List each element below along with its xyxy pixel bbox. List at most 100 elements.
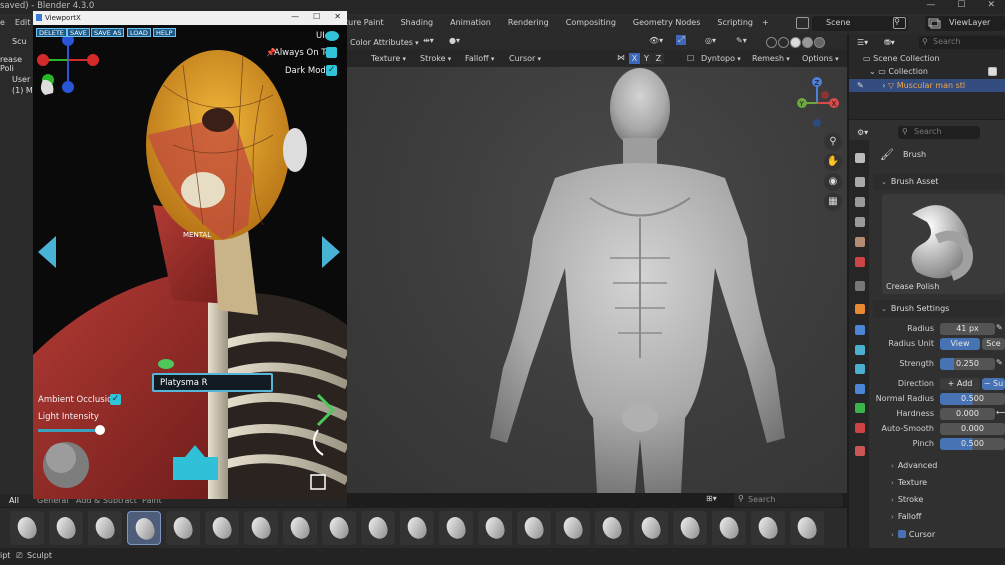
outliner-scene-collection[interactable]: ▭ Scene Collection <box>849 52 1005 65</box>
minimize-button[interactable]: — <box>926 0 935 10</box>
visibility-icon[interactable]: 👁▾ <box>649 36 663 45</box>
auto-smooth-slider[interactable]: 0.000 <box>940 423 1005 435</box>
perspective-grid-icon[interactable]: ▦ <box>824 193 842 211</box>
falloff-menu[interactable]: Falloff <box>465 54 494 63</box>
vx-light-intensity-track[interactable] <box>38 429 100 432</box>
stroke-menu[interactable]: Stroke <box>420 54 451 63</box>
snap-icon[interactable]: ●▾ <box>449 36 460 45</box>
brush-thumbnail[interactable] <box>790 511 824 545</box>
cursor-enabled-checkbox[interactable] <box>897 530 906 538</box>
strength-slider[interactable]: 0.250 <box>940 358 995 370</box>
menu-file-partial[interactable]: e <box>0 18 5 27</box>
selected-muscle-label[interactable]: Platysma R <box>152 373 273 392</box>
vx-next-arrow-icon[interactable] <box>322 236 340 268</box>
data-tab-icon[interactable] <box>855 403 865 413</box>
brush-thumbnail[interactable] <box>283 511 317 545</box>
tab-brush-all[interactable]: All <box>9 496 19 505</box>
radius-unit-scene-button[interactable]: Sce <box>982 338 1005 350</box>
cursor-menu[interactable]: Cursor <box>509 54 541 63</box>
brush-thumbnail[interactable] <box>673 511 707 545</box>
brush-thumbnail[interactable] <box>88 511 122 545</box>
brush-thumbnail[interactable] <box>49 511 83 545</box>
tab-rendering[interactable]: Rendering <box>508 18 549 27</box>
vx-dark-mode-checkbox[interactable]: ✓ <box>326 65 337 76</box>
brush-thumbnail-selected[interactable] <box>127 511 161 545</box>
radius-unit-view-button[interactable]: View <box>940 338 980 350</box>
strength-pressure-icon[interactable]: ✎ <box>996 358 1003 367</box>
menu-edit[interactable]: Edit <box>15 18 31 27</box>
brush-thumbnail[interactable] <box>712 511 746 545</box>
radius-pressure-icon[interactable]: ✎ <box>996 323 1003 332</box>
tab-scripting[interactable]: Scripting <box>717 18 753 27</box>
vx-help-button[interactable]: HELP <box>153 28 176 37</box>
subpanel-cursor[interactable]: › Cursor <box>891 530 935 539</box>
subpanel-falloff[interactable]: › Falloff <box>891 512 921 521</box>
brush-thumbnail[interactable] <box>439 511 473 545</box>
brush-thumbnail[interactable] <box>244 511 278 545</box>
view-options-icon[interactable]: ⊞▾ <box>706 494 717 503</box>
close-button[interactable]: ✕ <box>987 0 995 10</box>
dyntopo-menu[interactable]: Dyntopo <box>701 54 741 63</box>
add-workspace-button[interactable]: + <box>762 18 769 27</box>
constraints-tab-icon[interactable] <box>855 384 865 394</box>
hardness-slider[interactable]: 0.000 <box>940 408 995 420</box>
zoom-icon[interactable]: ⚲ <box>824 133 842 151</box>
viewportx-maximize-button[interactable]: ☐ <box>313 12 320 21</box>
material-tab-icon[interactable] <box>855 423 865 433</box>
solid-shading-icon[interactable] <box>790 37 801 48</box>
vx-muscle-visibility-eye-icon[interactable] <box>158 359 174 369</box>
rendered-shading-icon[interactable] <box>814 37 825 48</box>
expand-arrow-icon[interactable]: › <box>882 81 885 90</box>
brush-asset-panel-header[interactable]: ⌄ Brush Asset <box>873 173 1005 190</box>
pan-hand-icon[interactable]: ✋ <box>824 153 842 171</box>
brush-thumbnail[interactable] <box>634 511 668 545</box>
overlay-icon[interactable]: ◎▾ <box>705 36 716 45</box>
texture-tab-icon[interactable] <box>855 446 865 456</box>
tab-animation[interactable]: Animation <box>450 18 491 27</box>
brush-thumbnail[interactable] <box>322 511 356 545</box>
brush-thumbnail[interactable] <box>166 511 200 545</box>
brush-preview-image[interactable] <box>882 194 1005 294</box>
vx-always-on-top-checkbox[interactable] <box>326 47 337 58</box>
vx-save-button[interactable]: SAVE <box>67 28 90 37</box>
anatomy-3d-view[interactable]: MENTAL <box>33 25 347 499</box>
object-tab-icon[interactable] <box>855 304 865 314</box>
modifier-tab-icon[interactable] <box>855 325 865 335</box>
vx-save-as-button[interactable]: SAVE AS <box>91 28 125 37</box>
brush-thumbnail[interactable] <box>517 511 551 545</box>
collection-exclude-checkbox[interactable] <box>988 67 997 76</box>
muscular-man-model[interactable] <box>485 68 785 493</box>
pinch-slider[interactable]: 0.500 <box>940 438 1005 450</box>
scene-tab-icon[interactable] <box>855 237 865 247</box>
render-tab-icon[interactable] <box>855 177 865 187</box>
tab-texture-paint[interactable]: ture Paint <box>345 18 384 27</box>
physics-tab-icon[interactable] <box>855 364 865 374</box>
particles-tab-icon[interactable] <box>855 345 865 355</box>
transform-pivot-icon[interactable]: ⇹▾ <box>423 36 434 45</box>
brush-settings-panel-header[interactable]: ⌄ Brush Settings <box>873 300 1005 317</box>
symmetry-z-toggle[interactable]: Z <box>653 53 664 64</box>
options-menu[interactable]: Options <box>802 54 839 63</box>
properties-editor-type-icon[interactable]: ⚙▾ <box>857 128 868 137</box>
tool-tab-icon[interactable] <box>855 153 865 163</box>
camera-view-icon[interactable]: ◉ <box>824 173 842 191</box>
brush-thumbnail[interactable] <box>205 511 239 545</box>
brush-thumbnail[interactable] <box>10 511 44 545</box>
vx-delete-button[interactable]: DELETE <box>36 28 67 37</box>
brush-thumbnail[interactable] <box>751 511 785 545</box>
vx-load-button[interactable]: LOAD <box>127 28 151 37</box>
direction-subtract-button[interactable]: − Su <box>982 378 1005 390</box>
material-shading-icon[interactable] <box>802 37 813 48</box>
output-tab-icon[interactable] <box>855 197 865 207</box>
outliner-collection[interactable]: ⌄ ▭ Collection <box>849 65 1005 78</box>
normal-radius-slider[interactable]: 0.500 <box>940 393 1005 405</box>
viewportx-minimize-button[interactable]: — <box>291 12 299 21</box>
subpanel-texture[interactable]: › Texture <box>891 478 927 487</box>
mode-selector[interactable]: Scu <box>12 37 27 46</box>
navigation-gizmo[interactable]: Z X Y <box>787 73 847 133</box>
properties-search-input[interactable]: Search <box>898 126 980 139</box>
tab-geometry-nodes[interactable]: Geometry Nodes <box>633 18 700 27</box>
brush-search-input[interactable]: Search <box>734 493 843 507</box>
brush-thumbnail[interactable] <box>556 511 590 545</box>
viewportx-close-button[interactable]: ✕ <box>334 12 341 21</box>
